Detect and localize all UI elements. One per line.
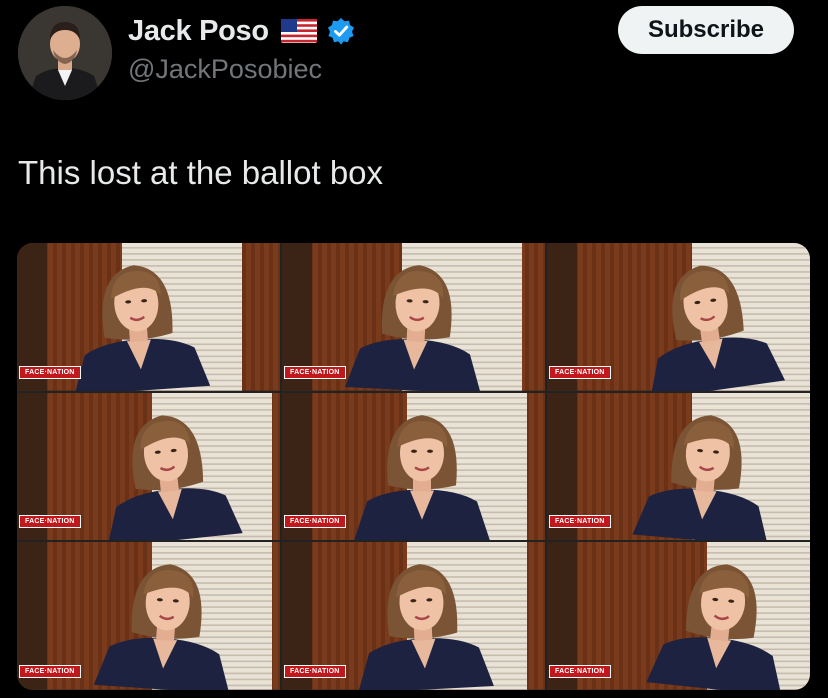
avatar-image	[18, 6, 112, 100]
author-name-row: Jack Poso	[128, 12, 355, 50]
media-tile: FACE·NATION	[547, 542, 810, 690]
media-tile: FACE·NATION	[547, 392, 810, 541]
author-display-name[interactable]: Jack Poso	[128, 15, 269, 48]
author-handle[interactable]: @JackPosobiec	[128, 54, 322, 85]
tv-network-bug: FACE·NATION	[284, 365, 346, 379]
tweet-media-grid[interactable]: FACE·NATION FACE·NATION FACE·NATION FACE…	[17, 243, 810, 690]
tweet-text: This lost at the ballot box	[18, 154, 384, 191]
media-tile: FACE·NATION	[547, 243, 810, 391]
media-tile: FACE·NATION	[282, 542, 545, 690]
subscribe-button[interactable]: Subscribe	[618, 6, 794, 54]
tv-network-bug: FACE·NATION	[549, 515, 611, 529]
media-tile: FACE·NATION	[17, 243, 280, 391]
tv-network-bug: FACE·NATION	[19, 515, 81, 529]
tv-network-bug: FACE·NATION	[19, 365, 81, 379]
tv-network-bug: FACE·NATION	[284, 665, 346, 678]
media-tile: FACE·NATION	[17, 392, 280, 541]
tv-network-bug: FACE·NATION	[19, 665, 81, 678]
author-avatar[interactable]	[18, 6, 112, 100]
media-tile: FACE·NATION	[282, 392, 545, 541]
media-tile: FACE·NATION	[17, 542, 280, 690]
us-flag-icon	[280, 19, 317, 43]
tv-network-bug: FACE·NATION	[549, 665, 611, 678]
media-tile: FACE·NATION	[282, 243, 545, 391]
verified-badge-icon[interactable]	[327, 17, 355, 45]
tv-network-bug: FACE·NATION	[284, 515, 346, 529]
tv-network-bug: FACE·NATION	[549, 365, 611, 379]
